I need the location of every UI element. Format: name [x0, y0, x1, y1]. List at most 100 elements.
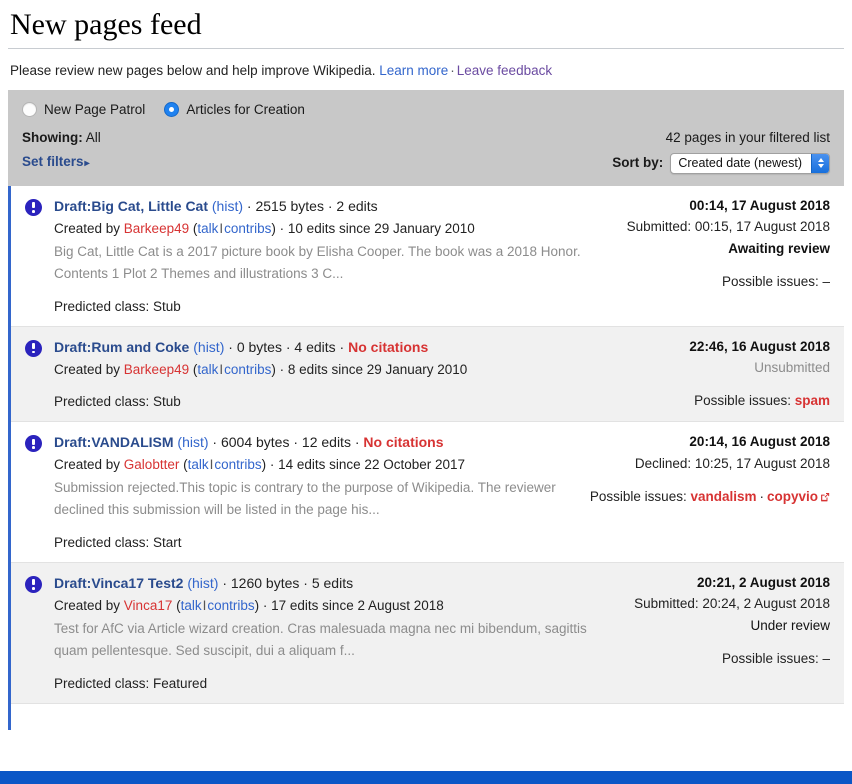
mode-radio-group: New Page Patrol Articles for Creation	[22, 102, 830, 128]
issue-link-spam[interactable]: spam	[795, 393, 830, 408]
feed-row: Draft:Vinca17 Test2 (hist) · 1260 bytes …	[11, 562, 844, 704]
feed-row-status: 00:14, 17 August 2018 Submitted: 00:15, 1…	[627, 196, 830, 314]
page-meta: · 6004 bytes · 12 edits	[208, 434, 351, 451]
alert-icon	[25, 575, 42, 593]
radio-option-articles-for-creation[interactable]: Articles for Creation	[164, 102, 305, 118]
page-snippet: Test for AfC via Article wizard creation…	[54, 620, 587, 658]
feed-row-main: Draft:Big Cat, Little Cat (hist) · 2515 …	[54, 196, 627, 314]
controls-grid: Showing: All Set filters▸ 42 pages in yo…	[22, 128, 830, 174]
radio-button-selected-icon[interactable]	[164, 102, 180, 118]
feed-row-status: 20:14, 16 August 2018 Declined: 10:25, 17…	[590, 432, 830, 550]
controls-right: 42 pages in your filtered list Sort by: …	[612, 128, 830, 174]
predicted-class: Predicted class: Start	[54, 534, 182, 550]
submission-timestamp: Declined: 10:25, 17 August 2018	[634, 455, 830, 471]
user-talk-link[interactable]: talk	[188, 457, 209, 472]
set-filters-link[interactable]: Set filters▸	[22, 152, 101, 173]
set-filters-label: Set filters	[22, 153, 84, 169]
pages-feed-list: Draft:Big Cat, Little Cat (hist) · 2515 …	[8, 185, 844, 730]
predicted-class: Predicted class: Stub	[54, 298, 181, 314]
creator-user-link[interactable]: Galobtter	[124, 457, 180, 472]
intro-separator: ·	[450, 62, 455, 78]
page-header: New pages feed Please review new pages b…	[0, 0, 852, 90]
page-title-link[interactable]: Draft:Rum and Coke	[54, 339, 189, 355]
controls-left: Showing: All Set filters▸	[22, 128, 101, 173]
predicted-class: Predicted class: Featured	[54, 675, 208, 691]
feed-row-main: Draft:Vinca17 Test2 (hist) · 1260 bytes …	[54, 573, 634, 691]
feed-row-byline: Created by Barkeep49 (talkIcontribs) · 1…	[54, 220, 475, 236]
page-title-link[interactable]: Draft:Vinca17 Test2	[54, 575, 183, 591]
bottom-bar	[0, 771, 852, 784]
feed-row-main: Draft:VANDALISM (hist) · 6004 bytes · 12…	[54, 432, 590, 550]
learn-more-link[interactable]: Learn more	[379, 63, 448, 78]
user-contribs-link[interactable]: contribs	[224, 221, 271, 236]
created-date: 22:46, 16 August 2018	[689, 338, 830, 354]
feed-row-status: 20:21, 2 August 2018 Submitted: 20:24, 2 …	[634, 573, 830, 691]
feed-row-body: Draft:VANDALISM (hist) · 6004 bytes · 12…	[54, 432, 830, 550]
sort-by-value: Created date (newest)	[678, 155, 802, 170]
radio-label-articles-for-creation: Articles for Creation	[186, 102, 305, 118]
creator-user-link[interactable]: Barkeep49	[124, 362, 189, 377]
showing-row: Showing: All	[22, 128, 101, 149]
created-date: 00:14, 17 August 2018	[689, 197, 830, 213]
page-meta: · 0 bytes · 4 edits	[224, 338, 336, 355]
page-title-link[interactable]: Draft:VANDALISM	[54, 434, 174, 450]
issue-link-copyvio[interactable]: copyvio	[767, 489, 818, 504]
feed-row-title-line: Draft:Vinca17 Test2 (hist) · 1260 bytes …	[54, 573, 620, 594]
history-link[interactable]: (hist)	[212, 198, 243, 214]
review-state: Under review	[750, 618, 830, 634]
feed-row: Draft:Big Cat, Little Cat (hist) · 2515 …	[11, 186, 844, 327]
radio-button-unselected-icon[interactable]	[22, 102, 37, 118]
possible-issues: Possible issues: –	[721, 650, 830, 666]
user-contribs-link[interactable]: contribs	[207, 598, 254, 613]
issues-none: –	[822, 650, 830, 666]
caret-right-icon: ▸	[84, 157, 90, 169]
feed-row-body: Draft:Vinca17 Test2 (hist) · 1260 bytes …	[54, 573, 830, 691]
sort-by-select[interactable]: Created date (newest)	[670, 152, 830, 174]
filter-controls-panel: New Page Patrol Articles for Creation Sh…	[8, 90, 844, 186]
predicted-class: Predicted class: Stub	[54, 394, 181, 410]
feed-row-main: Draft:Rum and Coke (hist) · 0 bytes · 4 …	[54, 337, 689, 410]
showing-value: All	[85, 130, 101, 146]
user-talk-link[interactable]: talk	[197, 221, 218, 236]
leave-feedback-link[interactable]: Leave feedback	[457, 63, 552, 78]
alert-icon	[25, 339, 42, 357]
user-talk-link[interactable]: talk	[197, 362, 218, 377]
no-citations-flag: No citations	[363, 434, 444, 451]
feed-row: Draft:Rum and Coke (hist) · 0 bytes · 4 …	[11, 326, 844, 423]
feed-row-body: Draft:Rum and Coke (hist) · 0 bytes · 4 …	[54, 337, 830, 410]
filtered-count: 42 pages in your filtered list	[665, 130, 830, 146]
feed-row-byline: Created by Vinca17 (talkIcontribs) · 17 …	[54, 597, 444, 613]
page-meta: · 2515 bytes · 2 edits	[243, 197, 378, 214]
page-title: New pages feed	[8, 6, 844, 49]
feed-row-body: Draft:Big Cat, Little Cat (hist) · 2515 …	[54, 196, 830, 314]
feed-row: Draft:VANDALISM (hist) · 6004 bytes · 12…	[11, 422, 844, 563]
showing-label: Showing:	[22, 130, 83, 146]
feed-row-byline: Created by Galobtter (talkIcontribs) · 1…	[54, 457, 466, 473]
review-state: Awaiting review	[728, 241, 830, 257]
creator-user-link[interactable]: Vinca17	[124, 598, 173, 613]
feed-row-title-line: Draft:Rum and Coke (hist) · 0 bytes · 4 …	[54, 338, 429, 355]
creator-user-link[interactable]: Barkeep49	[124, 221, 189, 236]
issue-link-vandalism[interactable]: vandalism	[690, 489, 756, 504]
submission-timestamp: Submitted: 20:24, 2 August 2018	[634, 596, 830, 612]
history-link[interactable]: (hist)	[177, 434, 208, 450]
user-contribs-link[interactable]: contribs	[224, 362, 271, 377]
created-date: 20:21, 2 August 2018	[696, 574, 830, 590]
chevron-down-icon	[817, 164, 824, 169]
stepper-chevrons-icon[interactable]	[811, 153, 829, 173]
history-link[interactable]: (hist)	[187, 575, 218, 591]
radio-option-new-page-patrol[interactable]: New Page Patrol	[22, 102, 145, 118]
user-contribs-link[interactable]: contribs	[214, 457, 261, 472]
page-title-link[interactable]: Draft:Big Cat, Little Cat	[54, 198, 208, 214]
external-link-icon	[820, 492, 830, 502]
review-state: Unsubmitted	[754, 359, 830, 375]
alert-icon	[25, 198, 42, 216]
feed-row-title-line: Draft:Big Cat, Little Cat (hist) · 2515 …	[54, 196, 613, 217]
no-citations-flag: No citations	[348, 338, 429, 355]
possible-issues: Possible issues: spam	[694, 392, 830, 408]
user-talk-link[interactable]: talk	[181, 598, 202, 613]
page-snippet: Big Cat, Little Cat is a 2017 picture bo…	[54, 243, 581, 281]
created-date: 20:14, 16 August 2018	[689, 434, 830, 450]
intro-sentence: Please review new pages below and help i…	[10, 62, 376, 78]
history-link[interactable]: (hist)	[193, 339, 224, 355]
